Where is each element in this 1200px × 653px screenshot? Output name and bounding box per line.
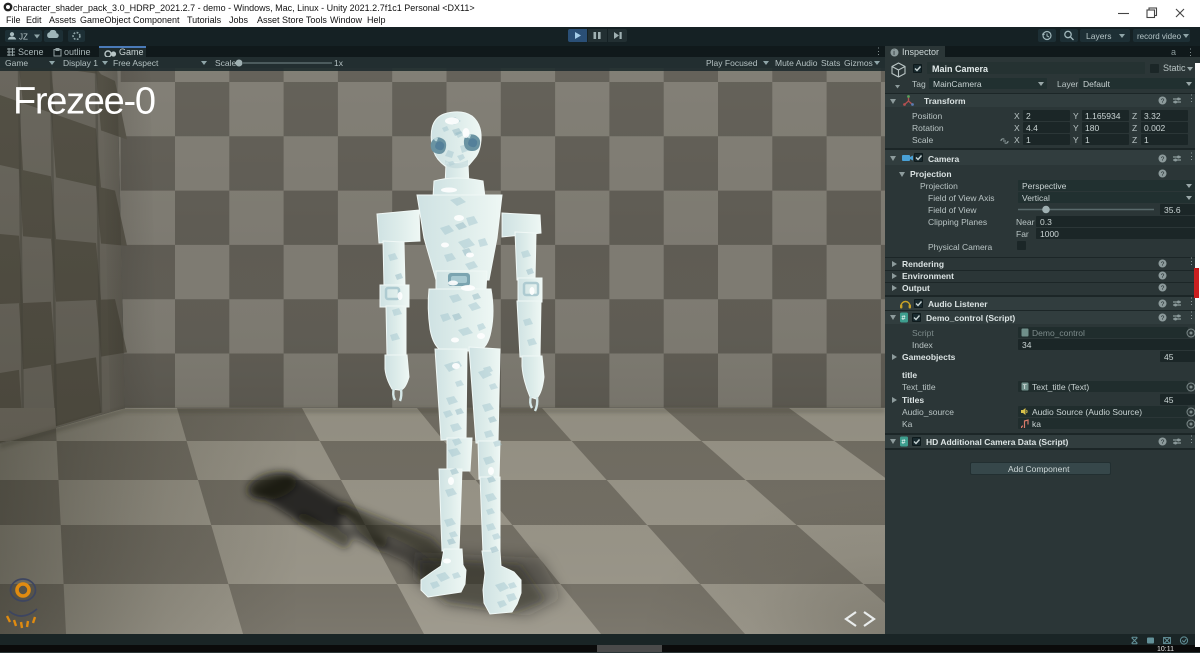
svg-text:?: ?: [1161, 315, 1165, 322]
svg-text:JZ: JZ: [19, 33, 28, 42]
svg-text:?: ?: [1161, 261, 1165, 268]
svg-text:?: ?: [1161, 171, 1165, 178]
svg-text:Frezee-0: Frezee-0: [13, 81, 155, 123]
svg-text:?: ?: [1161, 301, 1165, 308]
svg-text:#: #: [902, 315, 906, 322]
svg-text:?: ?: [1161, 285, 1165, 292]
svg-text:?: ?: [1161, 439, 1165, 446]
svg-text:?: ?: [1161, 273, 1165, 280]
svg-text:T: T: [1023, 384, 1027, 391]
svg-text:?: ?: [1161, 98, 1165, 105]
svg-text:#: #: [902, 439, 906, 446]
svg-text:?: ?: [1161, 156, 1165, 163]
